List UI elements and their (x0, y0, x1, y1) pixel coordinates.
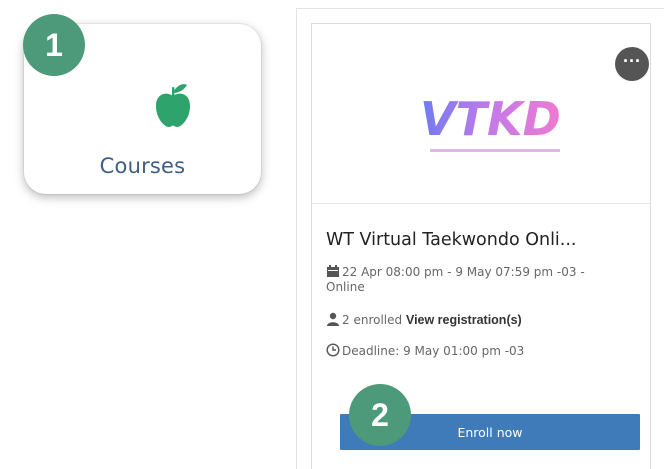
apple-icon (156, 84, 190, 127)
courses-label: Courses (99, 154, 186, 178)
deadline-text: Deadline: 9 May 01:00 pm -03 (342, 344, 525, 358)
view-registrations-link[interactable]: View registration(s) (406, 313, 522, 327)
course-image[interactable]: VTKD ··· (312, 24, 650, 204)
deadline-row: Deadline: 9 May 01:00 pm -03 (326, 343, 524, 358)
step-badge-1: 1 (23, 14, 85, 76)
clock-icon (326, 343, 340, 357)
more-options-icon: ··· (623, 51, 641, 71)
enrolled-count: 2 enrolled (342, 313, 403, 327)
step-badge-2: 2 (349, 384, 411, 446)
calendar-icon (327, 265, 339, 277)
more-options-button[interactable]: ··· (615, 47, 649, 81)
course-dates: 22 Apr 08:00 pm - 9 May 07:59 pm -03 - O… (326, 264, 626, 295)
vtkd-logo: VTKD (420, 92, 561, 152)
course-dates-text: 22 Apr 08:00 pm - 9 May 07:59 pm -03 - O… (326, 265, 585, 294)
course-title[interactable]: WT Virtual Taekwondo Onli... (326, 230, 646, 250)
course-card: VTKD ··· WT Virtual Taekwondo Onli... 22… (296, 8, 664, 469)
enrolled-row: 2 enrolled View registration(s) (326, 312, 522, 327)
user-icon (327, 312, 339, 326)
svg-text:VTKD: VTKD (420, 92, 561, 146)
